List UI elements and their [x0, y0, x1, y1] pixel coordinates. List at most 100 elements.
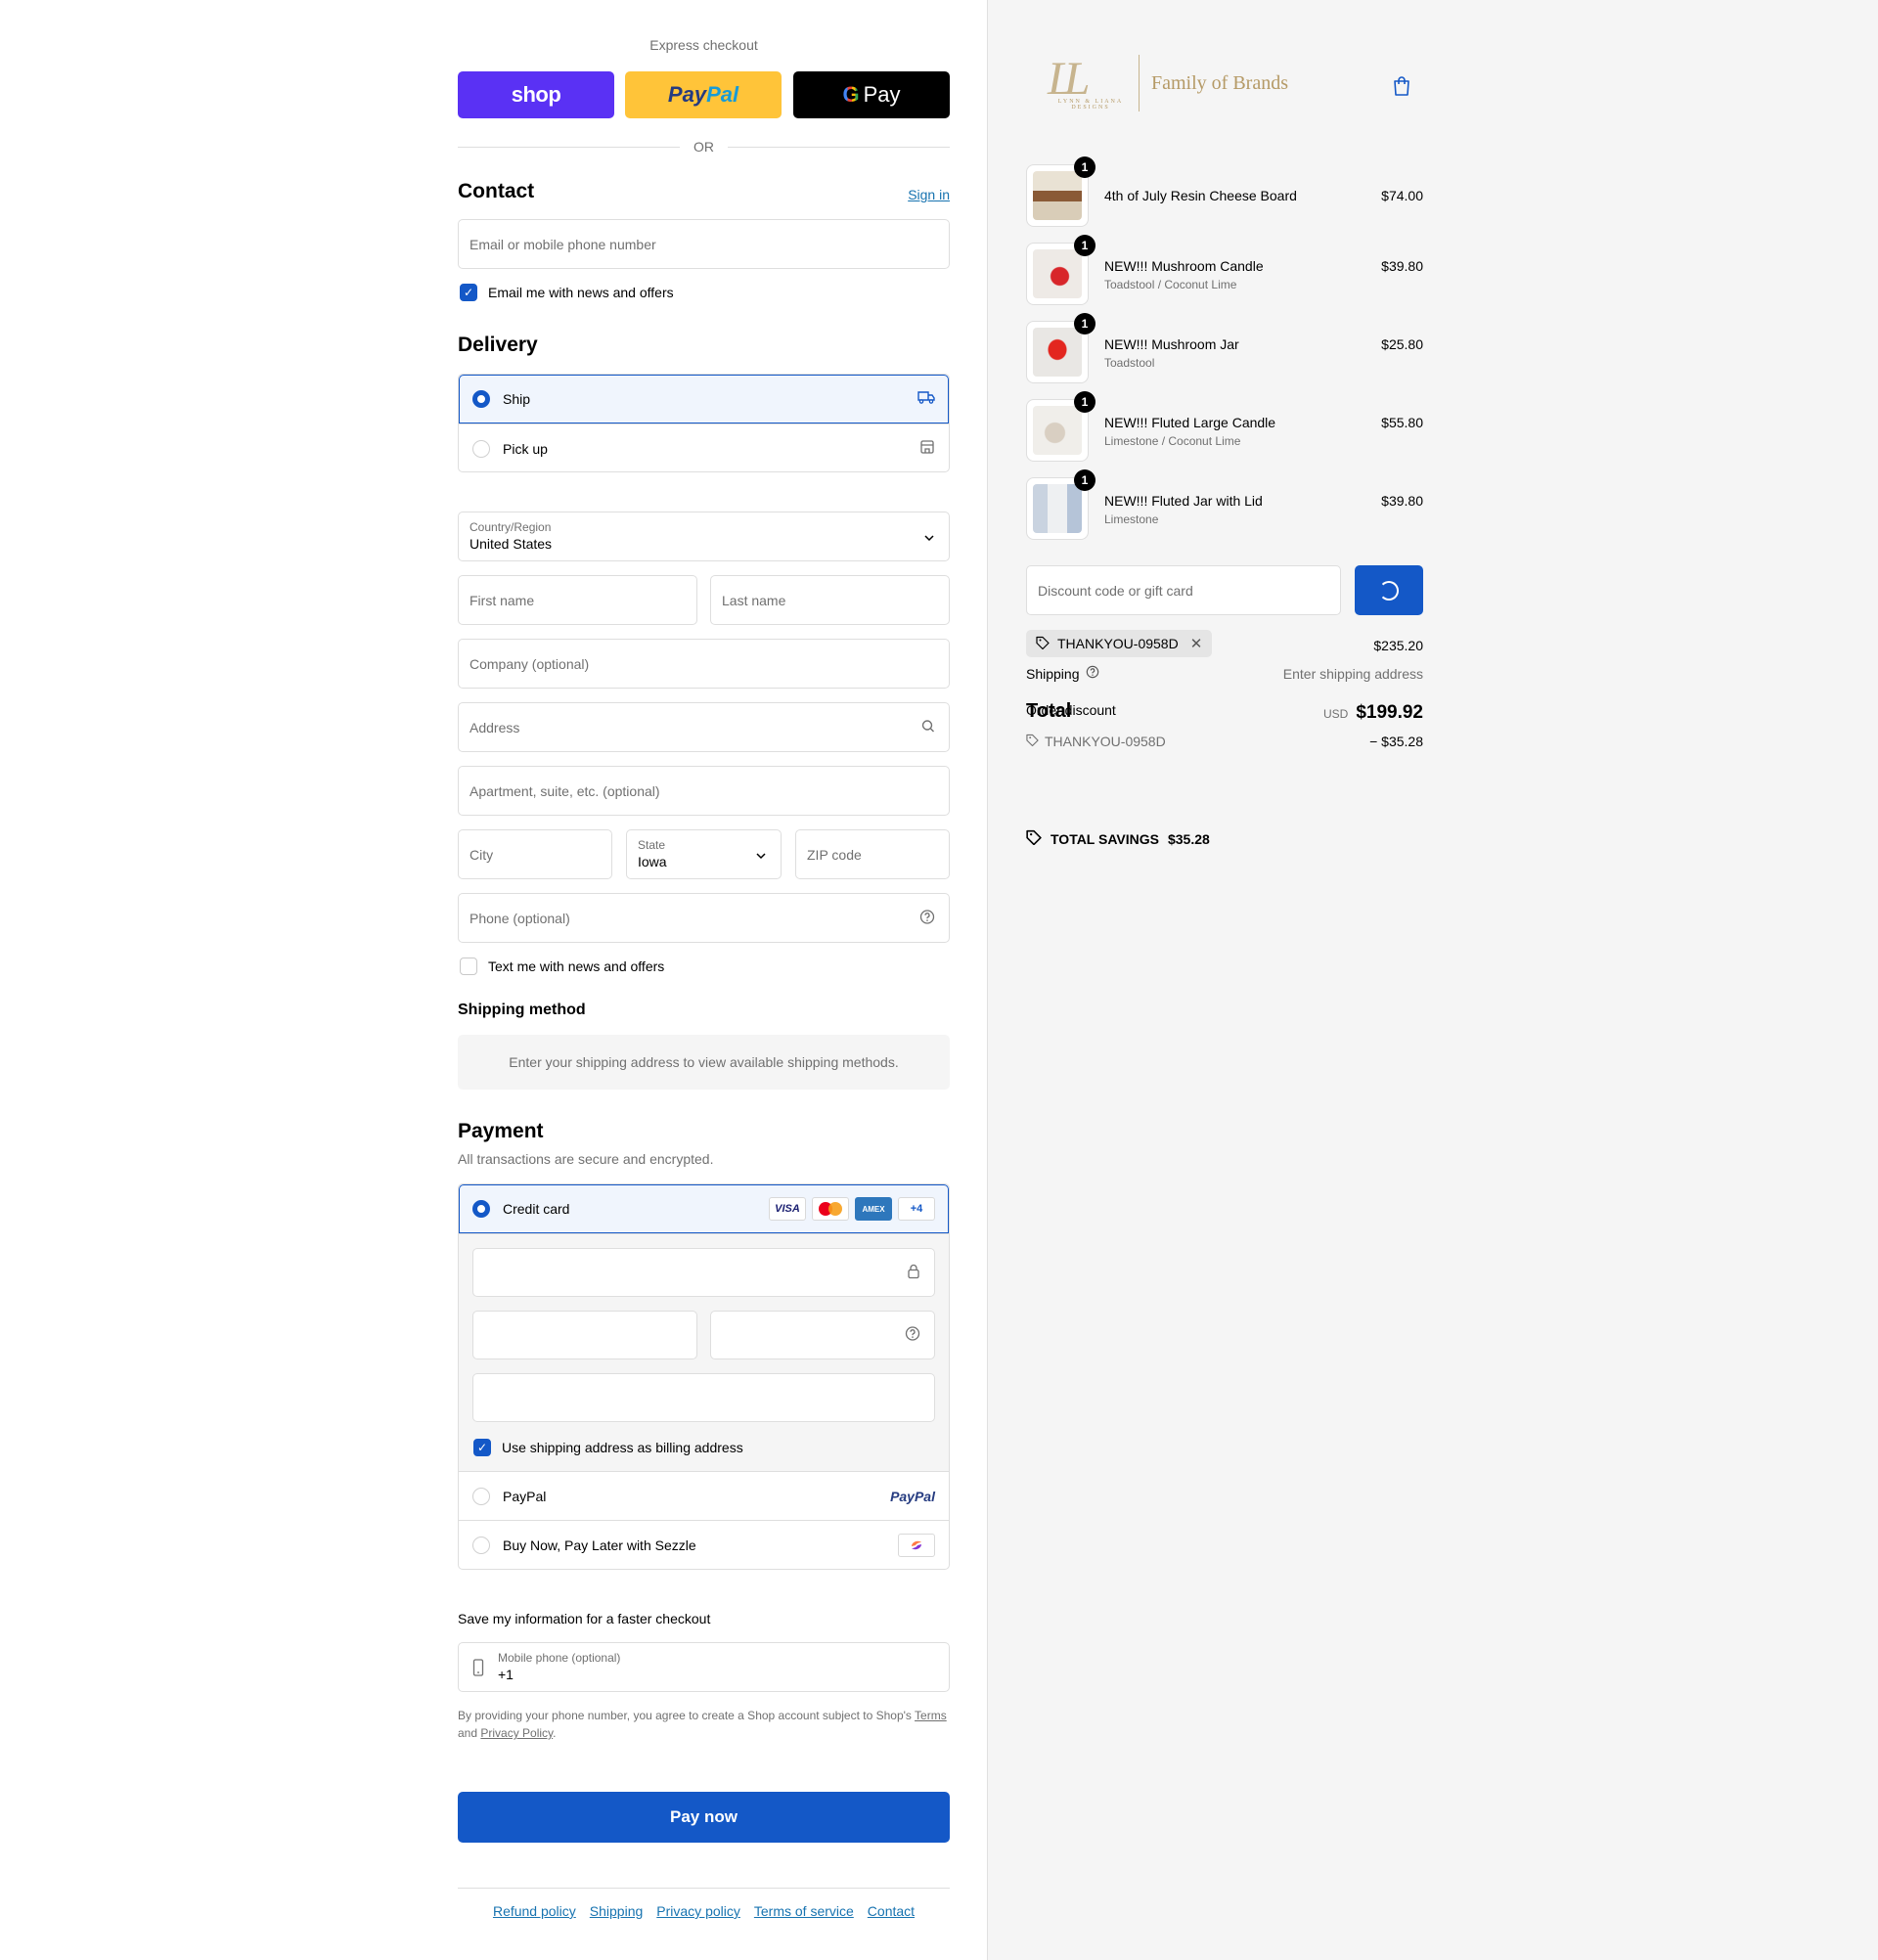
- paypal-express-button[interactable]: Pay Pal: [625, 71, 782, 118]
- ship-radio[interactable]: [472, 390, 490, 408]
- chevron-down-icon: [755, 847, 767, 863]
- quantity-badge: 1: [1074, 313, 1096, 334]
- mobile-phone-field[interactable]: Mobile phone (optional) +1: [458, 1642, 950, 1692]
- discount-row: THANKYOU-0958D − $35.28: [1026, 734, 1423, 749]
- payment-option-sezzle[interactable]: Buy Now, Pay Later with Sezzle: [459, 1520, 949, 1569]
- shop-pay-button[interactable]: shop: [458, 71, 614, 118]
- terms-of-service-link[interactable]: Terms of service: [754, 1903, 854, 1919]
- brand-monogram-sub: LYNN & LIANA DESIGNS: [1057, 99, 1124, 111]
- security-code-field[interactable]: [710, 1311, 935, 1359]
- paypal-radio[interactable]: [472, 1487, 490, 1505]
- item-title: NEW!!! Fluted Large Candle: [1104, 415, 1276, 430]
- expiration-date-field[interactable]: [472, 1311, 697, 1359]
- pay-now-button[interactable]: Pay now: [458, 1792, 950, 1843]
- shipping-method-message: Enter your shipping address to view avai…: [458, 1035, 950, 1090]
- billing-same-checkbox[interactable]: ✓: [473, 1439, 491, 1456]
- country-value: United States: [470, 536, 553, 552]
- pay-now-label: Pay now: [670, 1807, 738, 1826]
- help-circle-icon[interactable]: [1086, 665, 1099, 682]
- apply-discount-button[interactable]: [1355, 565, 1423, 615]
- cart-item: 1 NEW!!! Mushroom Candle Toadstool / Coc…: [1026, 235, 1423, 305]
- apartment-field[interactable]: Apartment, suite, etc. (optional): [458, 766, 950, 816]
- state-label: State: [638, 838, 666, 852]
- shop-terms-link[interactable]: Terms: [915, 1709, 947, 1722]
- pickup-radio[interactable]: [472, 439, 490, 458]
- delivery-option-pickup[interactable]: Pick up: [459, 423, 949, 471]
- refund-policy-link[interactable]: Refund policy: [493, 1903, 576, 1919]
- state-select[interactable]: State Iowa: [626, 829, 782, 879]
- last-name-field[interactable]: Last name: [710, 575, 950, 625]
- phone-field[interactable]: Phone (optional): [458, 893, 950, 943]
- quantity-badge: 1: [1074, 156, 1096, 178]
- remove-discount-icon[interactable]: ✕: [1190, 635, 1203, 652]
- text-news-label: Text me with news and offers: [488, 958, 665, 974]
- item-title: NEW!!! Fluted Jar with Lid: [1104, 493, 1263, 509]
- item-variant: Limestone / Coconut Lime: [1104, 434, 1241, 448]
- contact-heading: Contact: [458, 180, 535, 202]
- email-news-checkbox-row[interactable]: ✓ Email me with news and offers: [460, 284, 674, 301]
- delivery-option-ship[interactable]: Ship: [459, 375, 949, 423]
- address-field[interactable]: Address: [458, 702, 950, 752]
- discount-value: − $35.28: [1369, 734, 1423, 749]
- brand-monogram: LL: [1048, 53, 1091, 105]
- cart-item: 1 4th of July Resin Cheese Board $74.00: [1026, 156, 1423, 227]
- first-name-field[interactable]: First name: [458, 575, 697, 625]
- text-news-checkbox[interactable]: [460, 958, 477, 975]
- payment-option-paypal[interactable]: PayPal PayPal: [459, 1471, 949, 1520]
- checkout-form: Express checkout shop Pay Pal G Pay OR Con…: [458, 0, 950, 1960]
- checkout-form-panel: Express checkout shop Pay Pal G Pay OR Con…: [0, 0, 987, 1960]
- help-circle-icon[interactable]: [905, 1326, 920, 1345]
- product-image: [1033, 249, 1082, 298]
- product-thumbnail: 1: [1026, 156, 1096, 227]
- brand-logo[interactable]: LL LYNN & LIANA DESIGNS: [1034, 53, 1137, 112]
- zip-field[interactable]: ZIP code: [795, 829, 950, 879]
- shopping-bag-icon[interactable]: [1392, 75, 1411, 103]
- currency-code: USD: [1322, 707, 1349, 721]
- subtotal-value: $235.20: [1373, 638, 1423, 653]
- sign-in-link[interactable]: Sign in: [908, 187, 950, 202]
- billing-checkbox-row[interactable]: ✓ Use shipping address as billing addres…: [473, 1439, 743, 1456]
- payment-subtitle: All transactions are secure and encrypte…: [458, 1151, 714, 1167]
- applied-discount-tag: THANKYOU-0958D ✕: [1026, 630, 1213, 657]
- email-news-checkbox[interactable]: ✓: [460, 284, 477, 301]
- email-field[interactable]: Email or mobile phone number: [458, 219, 950, 269]
- city-placeholder: City: [470, 846, 494, 863]
- product-image: [1033, 171, 1082, 220]
- applied-discount-code: THANKYOU-0958D: [1057, 636, 1179, 651]
- legal-and: and: [458, 1726, 478, 1740]
- contact-link[interactable]: Contact: [868, 1903, 915, 1919]
- item-variant: Toadstool / Coconut Lime: [1104, 278, 1237, 291]
- name-on-card-field[interactable]: [472, 1373, 935, 1422]
- sezzle-radio[interactable]: [472, 1536, 490, 1554]
- card-number-field[interactable]: [472, 1248, 935, 1297]
- shipping-method-heading: Shipping method: [458, 1002, 586, 1018]
- last-name-placeholder: Last name: [722, 592, 786, 608]
- company-field[interactable]: Company (optional): [458, 639, 950, 689]
- or-label: OR: [693, 139, 714, 155]
- total-savings: TOTAL SAVINGS $35.28: [1026, 829, 1210, 848]
- google-pay-button[interactable]: G Pay: [793, 71, 950, 118]
- credit-card-radio[interactable]: [472, 1200, 490, 1218]
- help-circle-icon[interactable]: [919, 909, 935, 927]
- paypal-logo-part1: Pay: [667, 82, 707, 107]
- discount-code-field[interactable]: Discount code or gift card: [1026, 565, 1341, 615]
- text-news-checkbox-row[interactable]: Text me with news and offers: [460, 958, 664, 975]
- state-value: Iowa: [638, 854, 667, 869]
- shop-privacy-link[interactable]: Privacy Policy: [480, 1726, 553, 1740]
- express-checkout-label: Express checkout: [649, 37, 758, 53]
- total-savings-value: $35.28: [1167, 830, 1210, 847]
- shipping-policy-link[interactable]: Shipping: [590, 1903, 644, 1919]
- chevron-down-icon: [923, 529, 935, 545]
- cart-item: 1 NEW!!! Fluted Large Candle Limestone /…: [1026, 391, 1423, 462]
- payment-option-credit-card[interactable]: Credit card VISA AMEX +4: [459, 1184, 949, 1233]
- product-thumbnail: 1: [1026, 235, 1096, 305]
- divider-line: [458, 146, 680, 148]
- payment-method-selector: Credit card VISA AMEX +4 ✓ Use shipping …: [458, 1183, 950, 1570]
- city-field[interactable]: City: [458, 829, 612, 879]
- item-price: $25.80: [1381, 336, 1423, 352]
- loading-spinner-icon: [1379, 580, 1399, 601]
- privacy-policy-link[interactable]: Privacy policy: [656, 1903, 740, 1919]
- country-select[interactable]: Country/Region United States: [458, 512, 950, 561]
- brand-name: Family of Brands: [1151, 71, 1288, 94]
- total-savings-label: TOTAL SAVINGS: [1051, 830, 1159, 847]
